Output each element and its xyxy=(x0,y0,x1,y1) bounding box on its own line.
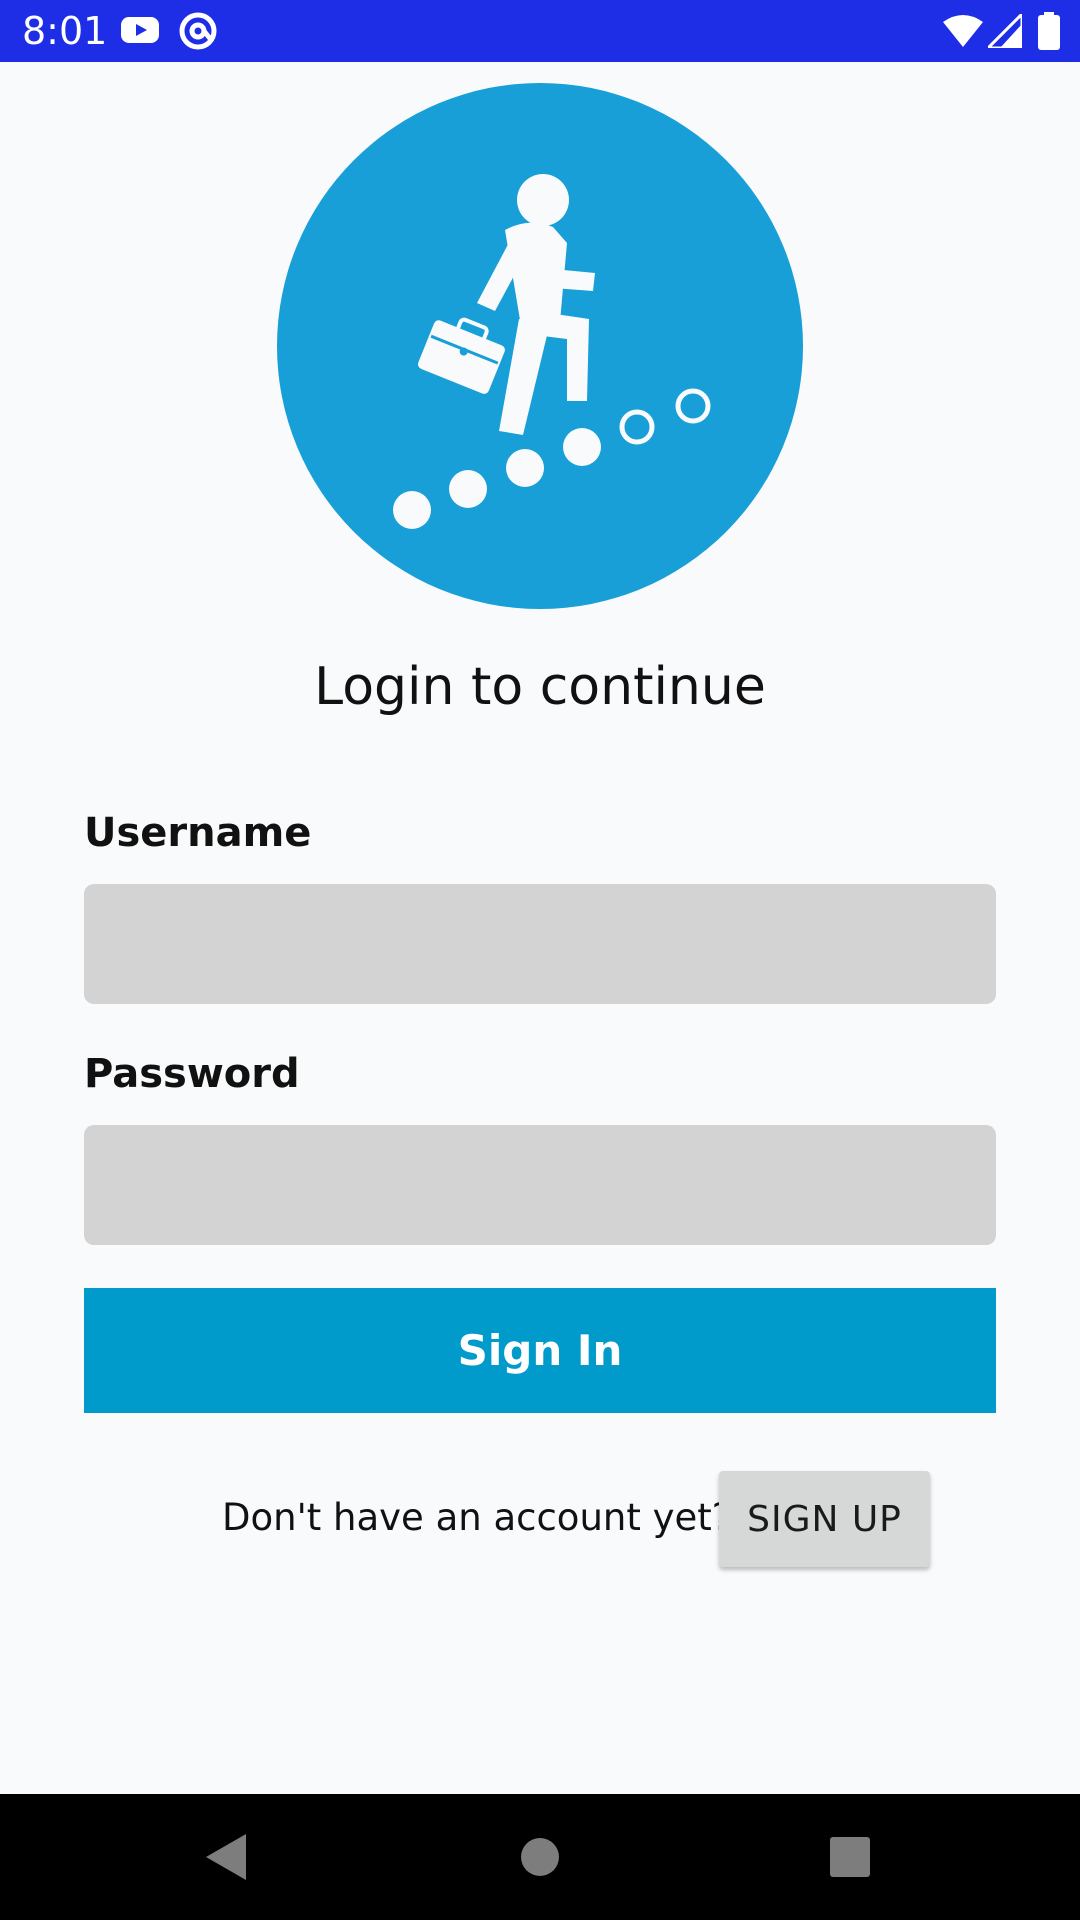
username-input[interactable] xyxy=(84,884,996,1004)
navigation-bar xyxy=(0,1794,1080,1920)
status-bar: 8:01 xyxy=(0,0,1080,62)
app-logo xyxy=(277,83,803,609)
wifi-icon xyxy=(943,14,983,53)
signal-icon xyxy=(984,10,1024,53)
password-label: Password xyxy=(84,1051,300,1097)
status-time: 8:01 xyxy=(22,9,108,53)
signup-prompt: Don't have an account yet? xyxy=(222,1496,732,1539)
nav-back-button[interactable] xyxy=(146,1794,306,1920)
page-title: Login to continue xyxy=(314,657,766,717)
battery-icon xyxy=(1038,12,1060,55)
sign-in-button[interactable]: Sign In xyxy=(84,1288,996,1413)
youtube-icon xyxy=(120,14,160,51)
recents-icon xyxy=(830,1837,870,1877)
nav-recents-button[interactable] xyxy=(770,1794,930,1920)
career-steps-logo-icon xyxy=(277,83,803,609)
sign-up-button[interactable]: SIGN UP xyxy=(719,1471,930,1567)
back-icon xyxy=(206,1834,246,1880)
nav-home-button[interactable] xyxy=(460,1794,620,1920)
home-icon xyxy=(521,1838,559,1876)
username-label: Username xyxy=(84,810,312,856)
at-sign-icon xyxy=(178,11,218,56)
password-input[interactable] xyxy=(84,1125,996,1245)
